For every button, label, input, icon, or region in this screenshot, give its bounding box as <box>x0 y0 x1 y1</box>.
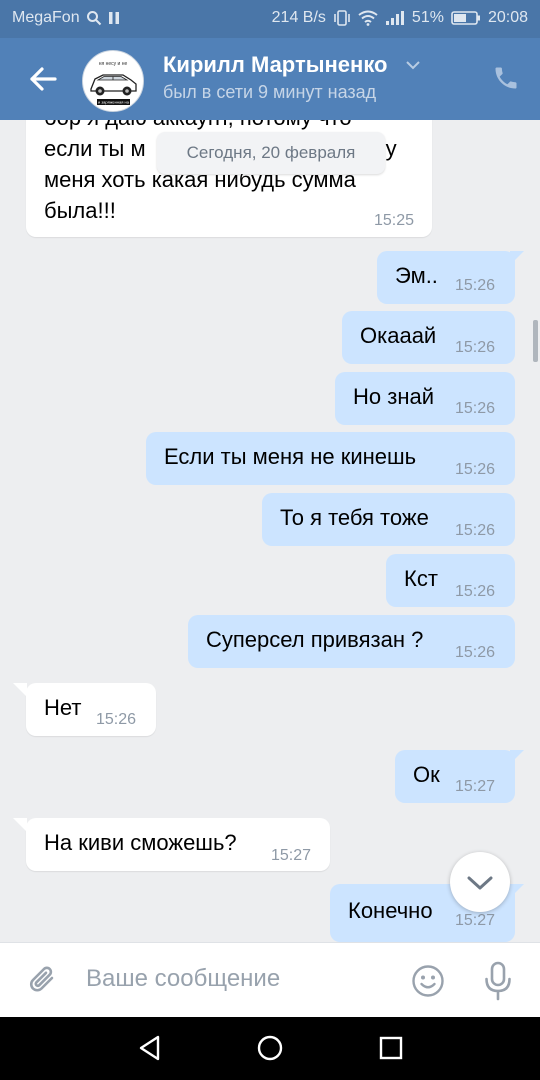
phone-icon[interactable] <box>492 64 520 92</box>
message-outgoing[interactable]: Но знай 15:26 <box>335 372 515 425</box>
message-time: 15:26 <box>96 711 137 728</box>
message-time: 15:27 <box>455 912 496 929</box>
message-time: 15:26 <box>455 400 496 417</box>
message-line-end: у <box>385 136 397 161</box>
chevron-down-icon[interactable] <box>405 60 421 70</box>
search-icon <box>86 11 101 26</box>
carrier-label: MegaFon <box>12 9 80 26</box>
message-outgoing[interactable]: Ок 15:27 <box>395 750 515 803</box>
home-circle-icon[interactable] <box>255 1033 285 1063</box>
message-time: 15:26 <box>455 644 496 661</box>
message-text: Суперсел привязан ? <box>206 627 424 652</box>
message-time: 15:26 <box>455 461 496 478</box>
message-outgoing[interactable]: Кст 15:26 <box>386 554 515 607</box>
avatar-caption-top: ня несу и не <box>99 61 128 67</box>
avatar[interactable]: ня несу и не и заряженная на <box>82 50 144 112</box>
date-separator: Сегодня, 20 февраля <box>157 132 385 174</box>
message-time: 15:26 <box>455 583 496 600</box>
message-list[interactable]: бор я даю аккаунт, потому что если ты му… <box>0 120 540 942</box>
bubble-tail <box>13 683 27 697</box>
signal-icon <box>385 11 404 25</box>
message-text: Конечно <box>348 898 433 923</box>
recents-square-icon[interactable] <box>376 1033 406 1063</box>
message-time: 15:26 <box>455 339 496 356</box>
message-text: На киви сможешь? <box>44 830 237 855</box>
message-line: была!!! <box>44 198 116 223</box>
status-bar: MegaFon 214 B/s 51% 20:08 <box>0 0 540 38</box>
battery-icon <box>451 11 480 25</box>
bubble-tail <box>510 750 524 764</box>
message-time: 15:27 <box>455 778 496 795</box>
arrow-left-icon[interactable] <box>26 62 60 96</box>
bubble-tail <box>510 884 524 898</box>
chat-header: ня несу и не и заряженная на Кирилл Март… <box>0 38 540 120</box>
bubble-tail <box>13 818 27 832</box>
network-speed: 214 B/s <box>271 9 326 26</box>
message-outgoing[interactable]: Если ты меня не кинешь 15:26 <box>146 432 515 485</box>
message-time: 15:26 <box>455 277 496 294</box>
message-time: 15:26 <box>455 522 496 539</box>
message-text: То я тебя тоже <box>280 505 429 530</box>
message-line-start: если ты м <box>44 136 146 161</box>
message-text: Ок <box>413 762 440 787</box>
clock: 20:08 <box>487 9 528 26</box>
message-input[interactable]: Ваше сообщение <box>86 965 280 993</box>
message-time: 15:27 <box>271 847 312 864</box>
message-text: Но знай <box>353 384 434 409</box>
scrollbar-thumb[interactable] <box>533 320 538 362</box>
contact-name[interactable]: Кирилл Мартыненко <box>163 52 388 78</box>
paperclip-icon[interactable] <box>26 963 60 997</box>
message-text: Нет <box>44 695 82 720</box>
message-text: Кст <box>404 566 438 591</box>
message-composer: Ваше сообщение <box>0 942 540 1018</box>
smile-icon[interactable] <box>411 964 445 998</box>
vibrate-icon <box>334 10 350 26</box>
car-icon: ня несу и не и заряженная на <box>90 61 137 105</box>
chevron-down-icon <box>467 876 493 890</box>
microphone-icon[interactable] <box>482 961 514 1001</box>
battery-percent: 51% <box>411 9 444 26</box>
message-time: 15:25 <box>373 212 414 229</box>
message-incoming[interactable]: На киви сможешь? 15:27 <box>26 818 330 871</box>
message-text: Окааай <box>360 323 437 348</box>
message-outgoing[interactable]: Эм.. 15:26 <box>377 251 515 304</box>
message-text: Если ты меня не кинешь <box>164 444 417 469</box>
message-text: Эм.. <box>395 263 438 288</box>
back-triangle-icon[interactable] <box>135 1033 165 1063</box>
system-nav-bar <box>0 1017 540 1080</box>
message-outgoing[interactable]: Окааай 15:26 <box>342 311 515 364</box>
scroll-down-button[interactable] <box>450 852 510 912</box>
message-outgoing[interactable]: То я тебя тоже 15:26 <box>262 493 515 546</box>
message-incoming[interactable]: Нет 15:26 <box>26 683 156 736</box>
message-outgoing[interactable]: Суперсел привязан ? 15:26 <box>188 615 515 668</box>
bubble-tail <box>510 251 524 265</box>
last-seen-status: был в сети 9 минут назад <box>163 82 377 102</box>
wifi-icon <box>358 10 378 26</box>
avatar-caption-bottom: и заряженная на <box>98 100 130 105</box>
pause-icon <box>108 12 119 24</box>
